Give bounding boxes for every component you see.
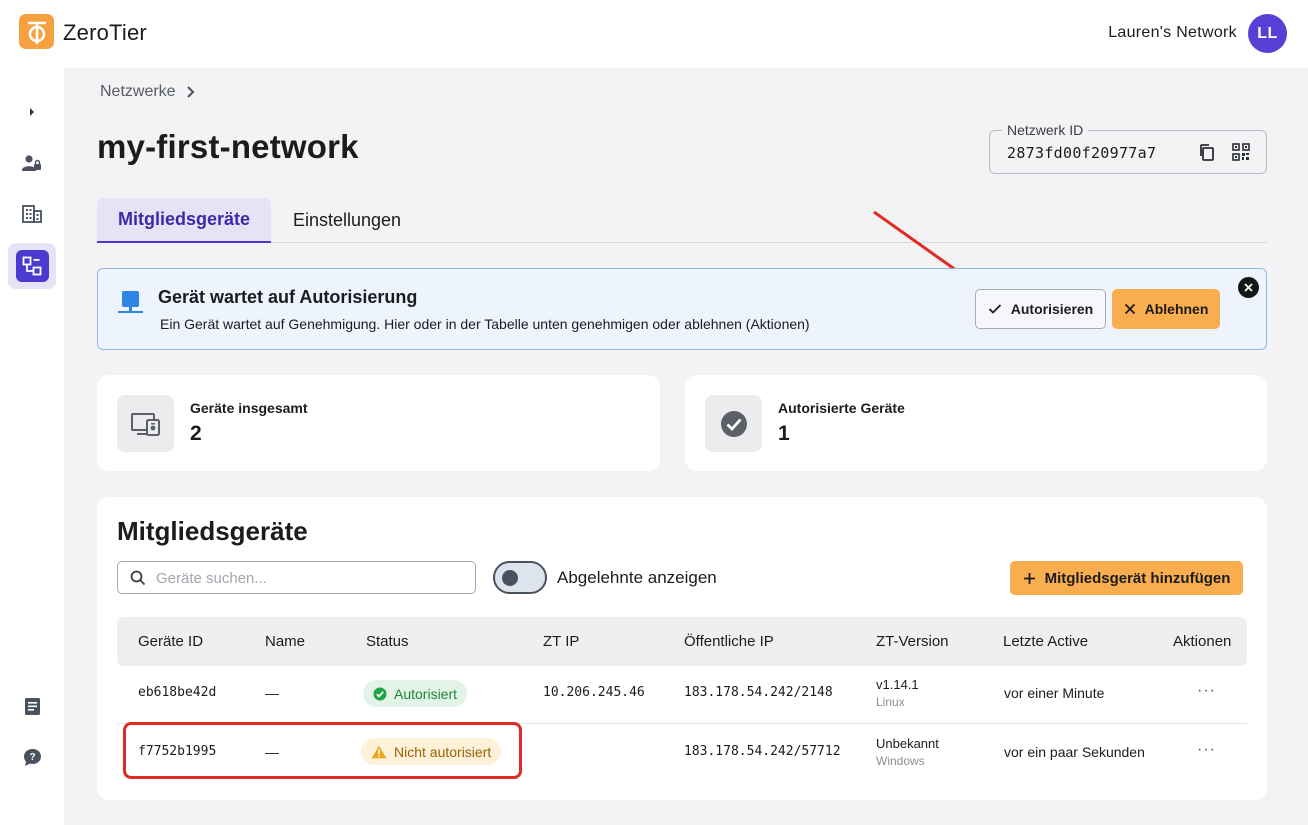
svg-text:?: ?	[29, 752, 35, 763]
tab-members[interactable]: Mitgliedsgeräte	[97, 198, 271, 243]
add-member-label: Mitgliedsgerät hinzufügen	[1044, 569, 1231, 587]
device-os: Linux	[876, 695, 905, 709]
sidebar-item-help[interactable]: ?	[8, 734, 56, 780]
zt-version: Unbekannt	[876, 736, 939, 751]
public-ip: 183.178.54.242/57712	[684, 744, 841, 759]
network-icon	[15, 250, 49, 282]
building-icon	[22, 205, 42, 223]
close-icon	[1124, 303, 1135, 315]
sidebar-expand-button[interactable]	[8, 89, 56, 135]
authorize-button[interactable]: Autorisieren	[975, 289, 1106, 329]
red-highlight-annotation	[123, 722, 522, 779]
sidebar-item-users[interactable]	[8, 140, 56, 186]
close-icon	[1244, 283, 1253, 292]
copy-icon[interactable]	[1198, 143, 1216, 162]
brand-name: ZeroTier	[63, 20, 147, 45]
device-os: Windows	[876, 754, 925, 768]
check-circle-icon	[373, 687, 387, 700]
column-header[interactable]: ZT IP	[543, 633, 579, 650]
plus-icon	[1023, 572, 1035, 584]
breadcrumb: Netzwerke	[100, 83, 196, 101]
stat-label: Autorisierte Geräte	[778, 400, 905, 416]
alert-close-button[interactable]	[1238, 277, 1259, 298]
document-icon	[24, 697, 40, 715]
column-header[interactable]: Letzte Active	[1003, 633, 1088, 650]
network-id-field: Netzwerk ID 2873fd00f20977a7	[989, 122, 1267, 174]
column-header[interactable]: Öffentliche IP	[684, 633, 774, 650]
show-rejected-toggle[interactable]	[493, 561, 547, 594]
device-name: —	[265, 685, 279, 701]
search-icon	[130, 570, 146, 586]
top-bar: ZeroTier Lauren's Network LL	[0, 0, 1308, 68]
authorize-label: Autorisieren	[1010, 301, 1094, 317]
help-chat-icon: ?	[23, 748, 41, 766]
toggle-knob	[502, 570, 518, 586]
sidebar-item-networks[interactable]	[8, 243, 56, 289]
last-active: vor ein paar Sekunden	[1004, 744, 1145, 760]
column-header[interactable]: ZT-Version	[876, 633, 949, 650]
reject-label: Ablehnen	[1144, 301, 1209, 317]
public-ip: 183.178.54.242/2148	[684, 685, 833, 700]
status-badge: Autorisiert	[363, 680, 468, 707]
members-title: Mitgliedsgeräte	[117, 516, 308, 546]
reject-button[interactable]: Ablehnen	[1112, 289, 1220, 329]
breadcrumb-networks-link[interactable]: Netzwerke	[100, 83, 176, 101]
devices-icon	[117, 395, 174, 452]
alert-text: Ein Gerät wartet auf Genehmigung. Hier o…	[160, 316, 810, 332]
stat-value: 2	[190, 422, 202, 445]
status-text: Autorisiert	[394, 685, 458, 702]
column-header[interactable]: Status	[366, 633, 409, 650]
table-header: Geräte ID Name Status ZT IP Öffentliche …	[117, 617, 1247, 666]
sidebar: ?	[0, 68, 64, 825]
check-icon	[988, 304, 1001, 314]
qr-code-icon[interactable]	[1232, 143, 1250, 161]
stat-value: 1	[778, 422, 790, 445]
zerotier-logo-icon[interactable]	[19, 14, 54, 49]
column-header: Aktionen	[1173, 633, 1232, 650]
computer-icon	[118, 291, 143, 313]
add-member-button[interactable]: Mitgliedsgerät hinzufügen	[1010, 561, 1243, 595]
stat-label: Geräte insgesamt	[190, 400, 308, 416]
chevron-right-icon	[186, 86, 194, 98]
column-header[interactable]: Geräte ID	[138, 633, 203, 650]
column-header[interactable]: Name	[265, 633, 305, 650]
page-title: my-first-network	[97, 128, 359, 165]
pending-authorization-alert: Gerät wartet auf Autorisierung Ein Gerät…	[97, 268, 1267, 350]
check-circle-icon	[705, 395, 762, 452]
sidebar-item-docs[interactable]	[8, 683, 56, 729]
device-id: eb618be42d	[138, 685, 217, 700]
more-actions-icon[interactable]: ···	[1197, 741, 1216, 759]
alert-title: Gerät wartet auf Autorisierung	[158, 287, 418, 307]
sidebar-item-organization[interactable]	[8, 191, 56, 237]
search-box[interactable]	[117, 561, 476, 594]
zt-version: v1.14.1	[876, 677, 919, 692]
table-row[interactable]: eb618be42d — Autorisiert 10.206.245.46 1…	[117, 666, 1247, 724]
chevron-right-icon	[30, 108, 34, 116]
tab-settings[interactable]: Einstellungen	[277, 198, 417, 243]
network-id-label: Netzwerk ID	[1002, 122, 1089, 138]
zt-ip: 10.206.245.46	[543, 685, 645, 700]
search-input[interactable]	[156, 566, 456, 590]
user-lock-icon	[22, 155, 41, 171]
tab-bar: Mitgliedsgeräte Einstellungen	[97, 198, 1267, 243]
stat-authorized-devices: Autorisierte Geräte 1	[685, 375, 1267, 471]
stat-total-devices: Geräte insgesamt 2	[97, 375, 660, 471]
avatar[interactable]: LL	[1248, 14, 1287, 53]
account-network-name[interactable]: Lauren's Network	[1108, 24, 1237, 42]
network-id-value[interactable]: 2873fd00f20977a7	[1007, 144, 1156, 162]
show-rejected-label: Abgelehnte anzeigen	[557, 568, 717, 587]
last-active: vor einer Minute	[1004, 685, 1105, 701]
more-actions-icon[interactable]: ···	[1197, 682, 1216, 700]
